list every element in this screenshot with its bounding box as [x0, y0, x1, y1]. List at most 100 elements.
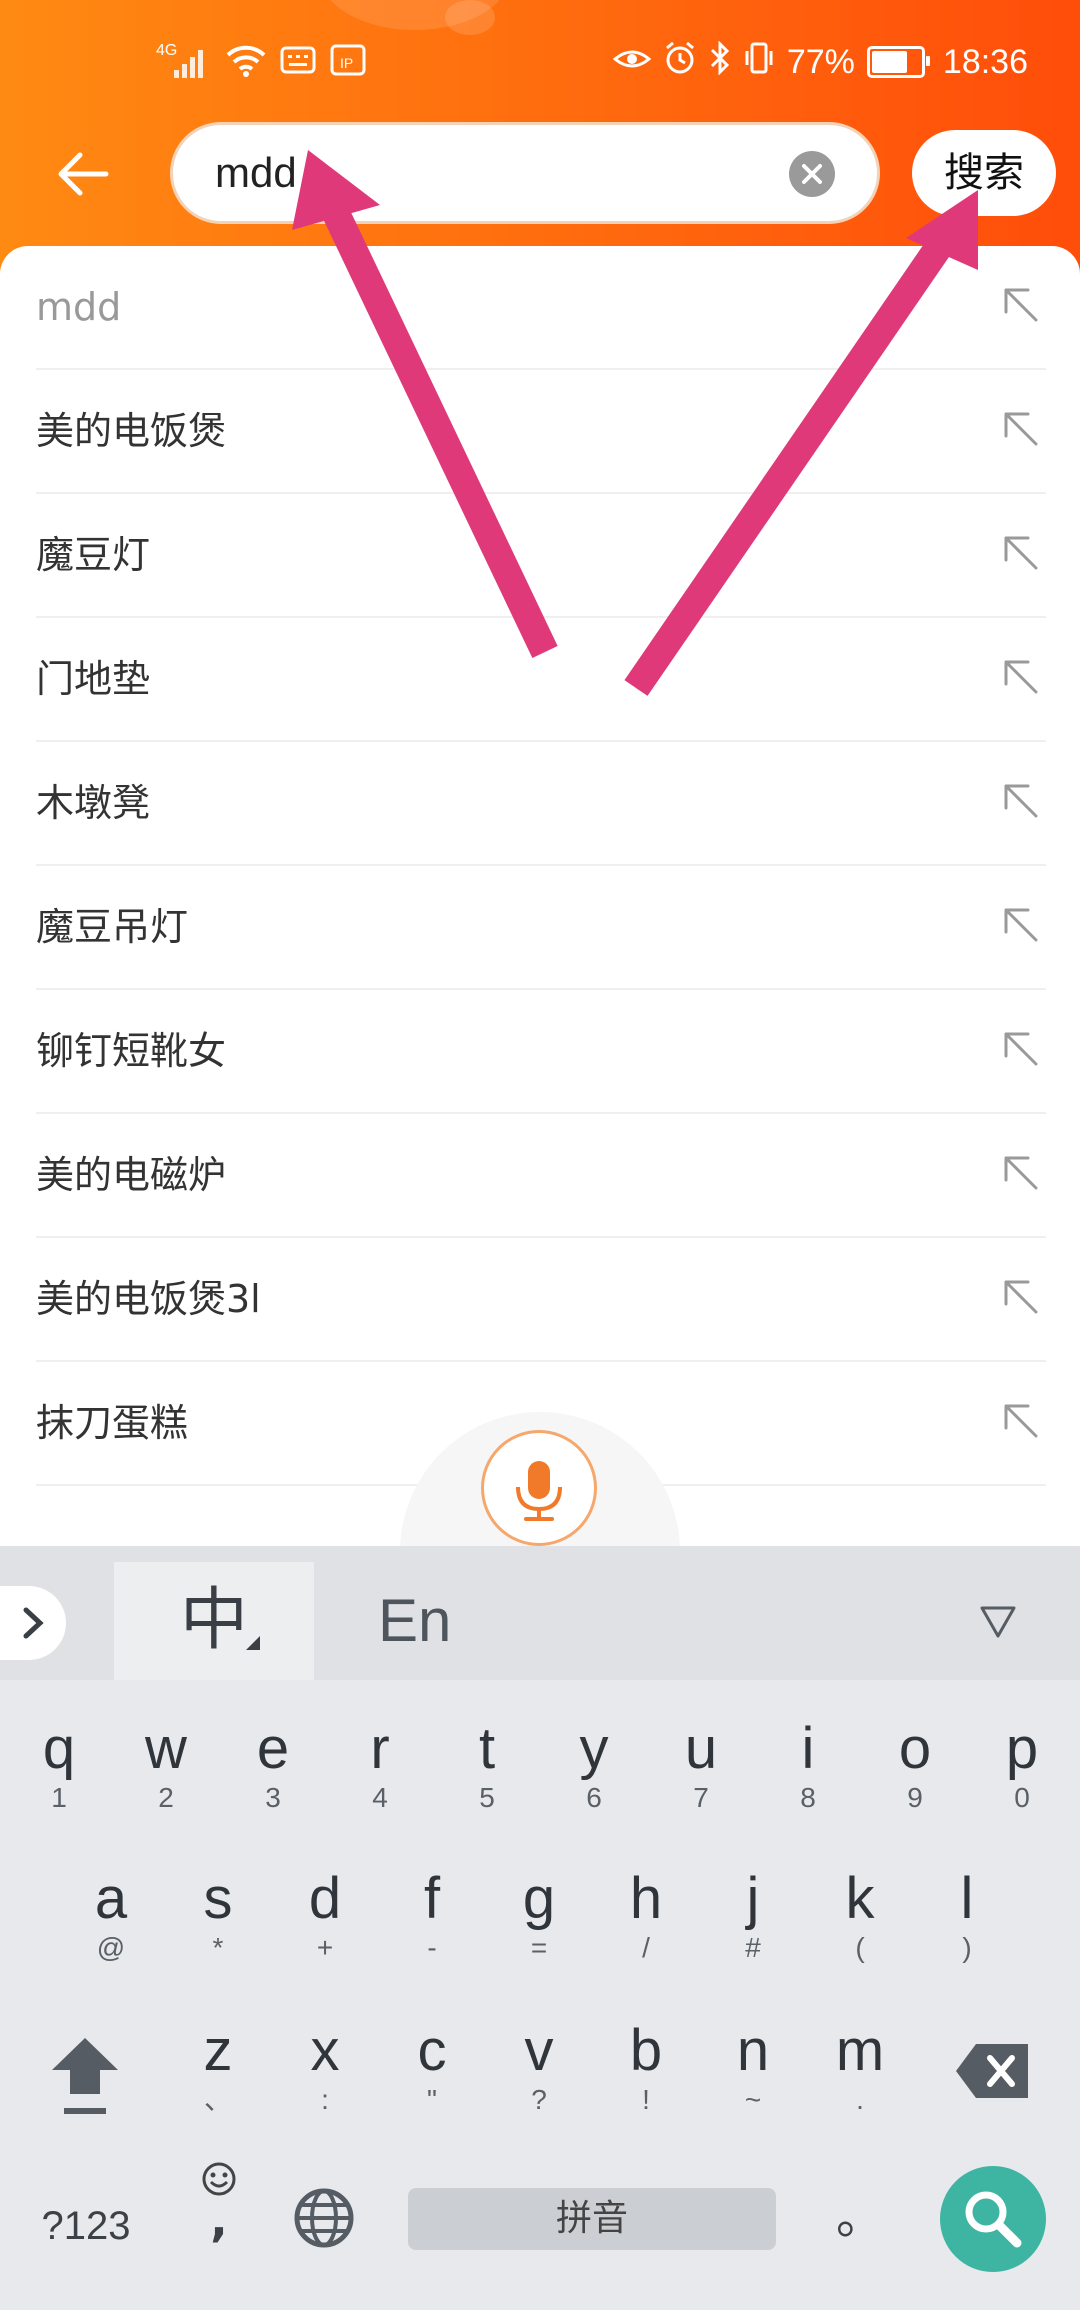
search-field[interactable]: mdd [170, 122, 880, 224]
key-secondary: 2 [158, 1782, 174, 1813]
keyboard-expand-button[interactable] [0, 1586, 66, 1660]
key-letter: w [145, 1716, 187, 1781]
signal-icon: 4G [156, 42, 212, 80]
key-letter: a [94, 1866, 128, 1931]
fill-query-arrow-icon[interactable] [996, 404, 1046, 454]
key-t[interactable]: t5 [433, 1696, 541, 1826]
key-o[interactable]: o9 [861, 1696, 969, 1826]
suggestion-item[interactable]: 魔豆灯 [36, 494, 1046, 618]
key-letter: b [629, 2018, 663, 2083]
key-w[interactable]: w2 [112, 1696, 220, 1826]
key-secondary: + [316, 1932, 334, 1963]
fill-query-arrow-icon[interactable] [996, 652, 1046, 702]
key-b[interactable]: b! [592, 1998, 700, 2128]
emoji-comma-key[interactable]: , [186, 2156, 252, 2266]
key-secondary: - [427, 1932, 437, 1963]
key-x[interactable]: x: [271, 1998, 379, 2128]
suggestion-label: 美的电饭煲 [36, 409, 227, 453]
key-secondary: 4 [372, 1782, 388, 1813]
key-r[interactable]: r4 [326, 1696, 434, 1826]
key-letter: j [746, 1866, 760, 1931]
fill-query-arrow-icon[interactable] [996, 1272, 1046, 1322]
key-secondary: ? [531, 2084, 547, 2115]
suggestion-item[interactable]: 门地垫 [36, 618, 1046, 742]
key-d[interactable]: d + [271, 1846, 379, 1976]
language-key[interactable] [290, 2186, 358, 2254]
key-l[interactable]: l) [913, 1846, 1021, 1976]
key-secondary: 8 [800, 1782, 816, 1813]
chevron-right-icon [23, 1607, 44, 1639]
key-secondary: ( [855, 1932, 865, 1963]
fill-query-arrow-icon[interactable] [996, 1024, 1046, 1074]
shift-key[interactable] [40, 2024, 130, 2124]
key-letter: o [898, 1716, 932, 1781]
fill-query-arrow-icon[interactable] [996, 776, 1046, 826]
fill-query-arrow-icon[interactable] [996, 900, 1046, 950]
key-a[interactable]: a @ [57, 1846, 165, 1976]
voice-search-button[interactable] [481, 1430, 597, 1546]
clear-search-button[interactable] [789, 151, 835, 197]
key-q[interactable]: q1 [5, 1696, 113, 1826]
microphone-icon [516, 1461, 562, 1521]
suggestion-item[interactable]: 美的电饭煲 [36, 370, 1046, 494]
search-go-button[interactable] [940, 2166, 1046, 2272]
clock: 18:36 [942, 42, 1028, 81]
suggestion-label: 门地垫 [36, 657, 151, 701]
search-input[interactable]: mdd [215, 125, 297, 221]
key-v[interactable]: v? [485, 1998, 593, 2128]
suggestion-item[interactable]: 铆钉短靴女 [36, 990, 1046, 1114]
key-secondary: . [856, 2084, 864, 2115]
mode-indicator-icon [246, 1636, 260, 1650]
fill-query-arrow-icon[interactable] [996, 528, 1046, 578]
key-f[interactable]: f- [378, 1846, 486, 1976]
numbers-key[interactable]: ?123 [18, 2196, 154, 2256]
suggestion-item[interactable]: 魔豆吊灯 [36, 866, 1046, 990]
suggestion-item[interactable]: 美的电磁炉 [36, 1114, 1046, 1238]
suggestion-list: mdd 美的电饭煲魔豆灯门地垫木墩凳魔豆吊灯 铆钉短靴女美的电磁炉美的电饭煲3l 抹刀… [36, 246, 1046, 1486]
key-j[interactable]: j # [699, 1846, 807, 1976]
hide-keyboard-button[interactable] [978, 1604, 1018, 1640]
key-letter: i [801, 1716, 815, 1781]
suggestion-item[interactable]: mdd [36, 246, 1046, 370]
key-i[interactable]: i8 [754, 1696, 862, 1826]
key-letter: c [417, 2018, 447, 2083]
key-e[interactable]: e3 [219, 1696, 327, 1826]
key-k[interactable]: k( [806, 1846, 914, 1976]
key-z[interactable]: z、 [164, 1998, 272, 2128]
suggestion-item[interactable]: 美的电饭煲3l [36, 1238, 1046, 1362]
status-bar: 4G IP 77% 18:36 [0, 0, 1080, 125]
chinese-mode-button[interactable]: 中 [114, 1562, 314, 1680]
space-key[interactable]: 拼音 [408, 2188, 776, 2250]
key-n[interactable]: n ~ [699, 1998, 807, 2128]
suggestion-item[interactable]: 木墩凳 [36, 742, 1046, 866]
key-secondary: @ [96, 1932, 126, 1963]
key-letter: v [524, 2018, 554, 2083]
key-s[interactable]: s * [164, 1846, 272, 1976]
fill-query-arrow-icon[interactable] [996, 1148, 1046, 1198]
suggestion-label: 美的电磁炉 [36, 1153, 227, 1197]
backspace-key[interactable] [952, 2036, 1034, 2116]
key-u[interactable]: u7 [647, 1696, 755, 1826]
suggestion-label: 木墩凳 [36, 781, 151, 825]
period-key[interactable]: 。 [820, 2182, 900, 2252]
english-mode-button[interactable]: En [378, 1562, 451, 1680]
key-letter: e [256, 1716, 290, 1781]
key-m[interactable]: m. [806, 1998, 914, 2128]
key-letter: k [845, 1866, 875, 1931]
suggestion-label: 美的电饭煲3l [36, 1277, 261, 1321]
key-letter: r [370, 1716, 390, 1781]
search-button[interactable]: 搜索 [912, 130, 1056, 216]
key-p[interactable]: p0 [968, 1696, 1076, 1826]
key-y[interactable]: y6 [540, 1696, 648, 1826]
fill-query-arrow-icon[interactable] [996, 280, 1046, 330]
status-right-icons: 77% 18:36 [612, 39, 1028, 84]
key-h[interactable]: h / [592, 1846, 700, 1976]
key-g[interactable]: g = [485, 1846, 593, 1976]
suggestion-label: 抹刀蛋糕 [36, 1401, 189, 1445]
key-secondary: = [530, 1932, 548, 1963]
key-c[interactable]: c " [378, 1998, 486, 2128]
fill-query-arrow-icon[interactable] [996, 1396, 1046, 1446]
key-secondary: 7 [693, 1782, 709, 1813]
soft-keyboard: 中 En q 1 w 2 e 3 r 4 t 5 y 6 u 7 i 8 o 9 p 0 a @ s * d + f - g = h / j # k… [0, 1546, 1080, 2310]
back-button[interactable] [50, 140, 118, 208]
